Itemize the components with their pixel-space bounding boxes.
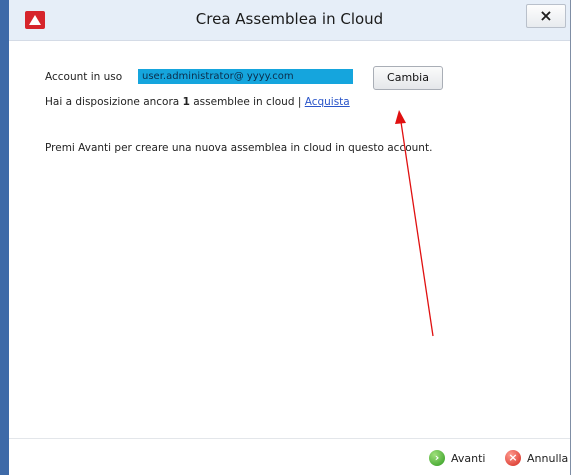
change-account-button[interactable]: Cambia xyxy=(373,66,443,90)
buy-link[interactable]: Acquista xyxy=(305,96,350,108)
dialog-footer: › Avanti × Annulla xyxy=(9,438,570,475)
cancel-button[interactable]: × Annulla xyxy=(505,449,568,467)
close-button[interactable]: × xyxy=(526,4,566,28)
availability-row: Hai a disposizione ancora 1 assemblee in… xyxy=(45,96,350,108)
next-button[interactable]: › Avanti xyxy=(429,449,485,467)
next-label: Avanti xyxy=(451,451,486,465)
instructions-text: Premi Avanti per creare una nuova assemb… xyxy=(45,142,433,154)
availability-prefix: Hai a disposizione ancora xyxy=(45,96,180,108)
dialog-window: Crea Assemblea in Cloud × Account in uso… xyxy=(0,0,571,475)
account-row: Account in uso xyxy=(45,71,122,83)
green-arrow-icon: › xyxy=(429,450,445,466)
red-x-icon: × xyxy=(505,450,521,466)
account-field[interactable]: user.administrator@ yyyy.com xyxy=(138,69,353,84)
availability-suffix: assemblee in cloud | xyxy=(193,96,302,108)
cancel-label: Annulla xyxy=(527,451,569,465)
title-bar: Crea Assemblea in Cloud × xyxy=(9,0,570,41)
assemblies-count: 1 xyxy=(182,96,190,108)
account-label: Account in uso xyxy=(45,71,123,83)
window-title: Crea Assemblea in Cloud xyxy=(195,10,384,28)
